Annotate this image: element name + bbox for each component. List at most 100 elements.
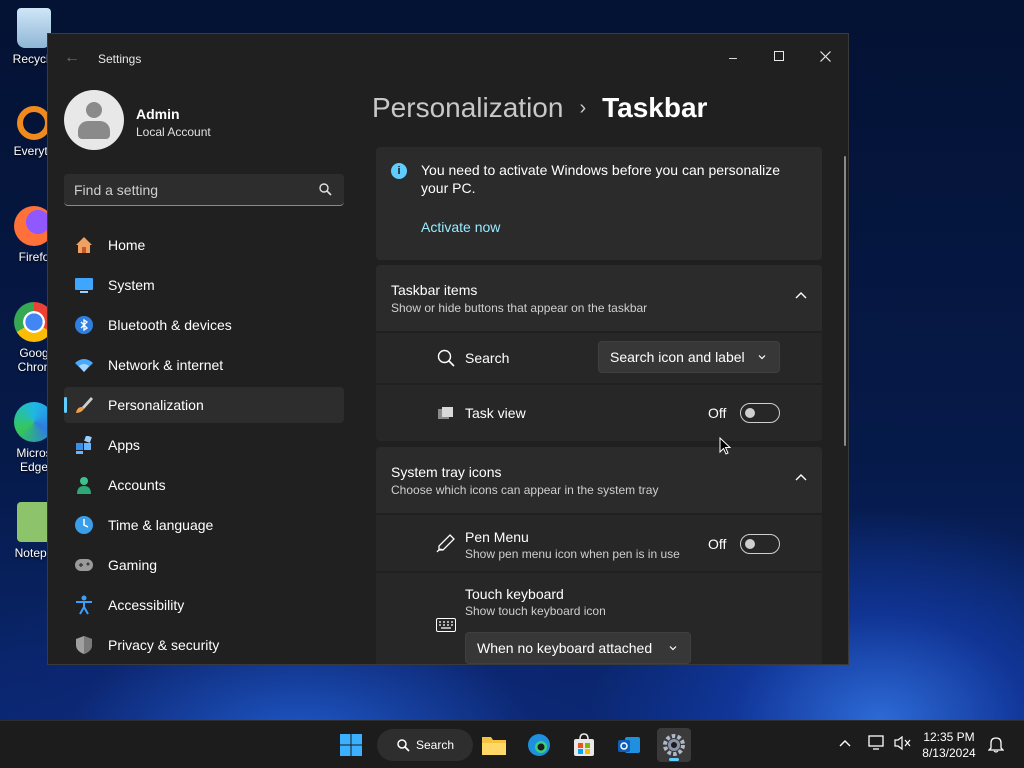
volume-muted-icon[interactable] bbox=[894, 735, 912, 756]
settings-window: ← Settings – Admin Local Account Home Sy… bbox=[47, 33, 849, 665]
row-label: Task view bbox=[465, 405, 526, 421]
touch-keyboard-dropdown[interactable]: When no keyboard attached bbox=[465, 632, 691, 664]
chevron-down-icon bbox=[758, 355, 766, 360]
title-bar[interactable]: ← Settings – bbox=[48, 34, 848, 82]
bluetooth-icon bbox=[74, 315, 94, 335]
taskbar-items-section-header[interactable]: Taskbar items Show or hide buttons that … bbox=[376, 265, 822, 331]
time-language-icon bbox=[74, 515, 94, 535]
accessibility-icon bbox=[74, 595, 94, 615]
close-icon bbox=[819, 51, 831, 62]
settings-taskbar-button[interactable] bbox=[657, 728, 691, 762]
notification-bell-icon[interactable] bbox=[987, 735, 1005, 758]
info-icon: i bbox=[391, 163, 407, 179]
activate-now-link[interactable]: Activate now bbox=[421, 219, 500, 235]
breadcrumb-parent[interactable]: Personalization bbox=[372, 92, 563, 124]
keyboard-icon bbox=[436, 615, 456, 635]
search-icon[interactable] bbox=[319, 183, 332, 196]
personalization-icon bbox=[74, 395, 94, 415]
chevron-up-icon[interactable] bbox=[794, 471, 808, 485]
close-button[interactable] bbox=[802, 42, 848, 72]
sidebar-item-label: Time & language bbox=[108, 517, 214, 533]
search-input[interactable] bbox=[74, 181, 304, 199]
search-icon bbox=[436, 348, 456, 368]
taskbar-clock[interactable]: 12:35 PM 8/13/2024 bbox=[914, 729, 984, 761]
toggle-knob bbox=[745, 408, 755, 418]
section-title: System tray icons bbox=[391, 464, 502, 480]
sidebar-item-time-language[interactable]: Time & language bbox=[64, 507, 344, 543]
sidebar-item-accounts[interactable]: Accounts bbox=[64, 467, 344, 503]
sidebar-item-gaming[interactable]: Gaming bbox=[64, 547, 344, 583]
system-icon bbox=[74, 275, 94, 295]
sidebar-item-label: Network & internet bbox=[108, 357, 224, 373]
chevron-down-icon bbox=[669, 646, 677, 651]
chevron-up-icon[interactable] bbox=[794, 289, 808, 303]
microsoft-store-icon bbox=[574, 733, 594, 756]
file-explorer-button[interactable] bbox=[477, 728, 511, 762]
sidebar-item-bluetooth[interactable]: Bluetooth & devices bbox=[64, 307, 344, 343]
breadcrumb: Personalization › Taskbar bbox=[372, 92, 707, 124]
chevron-up-icon[interactable] bbox=[838, 737, 852, 756]
system-tray-section-header[interactable]: System tray icons Choose which icons can… bbox=[376, 447, 822, 513]
toggle-state: Off bbox=[708, 405, 727, 421]
avatar-body bbox=[78, 121, 110, 139]
search-row: Search Search icon and label bbox=[376, 333, 822, 383]
sidebar-item-accessibility[interactable]: Accessibility bbox=[64, 587, 344, 623]
back-arrow-icon[interactable]: ← bbox=[64, 50, 80, 66]
sidebar-item-label: Home bbox=[108, 237, 146, 253]
avatar[interactable] bbox=[64, 90, 124, 150]
window-title: Settings bbox=[98, 52, 142, 66]
clock-date: 8/13/2024 bbox=[922, 746, 976, 760]
avatar-head bbox=[86, 102, 102, 118]
sidebar-item-label: Accessibility bbox=[108, 597, 185, 613]
section-description: Choose which icons can appear in the sys… bbox=[391, 483, 659, 497]
sidebar-item-personalization[interactable]: Personalization bbox=[64, 387, 344, 423]
sidebar-item-label: Apps bbox=[108, 437, 140, 453]
sidebar-item-privacy[interactable]: Privacy & security bbox=[64, 627, 344, 663]
sidebar-item-label: System bbox=[108, 277, 155, 293]
pen-menu-toggle[interactable] bbox=[740, 534, 780, 554]
dropdown-value: When no keyboard attached bbox=[477, 640, 653, 656]
sidebar-item-apps[interactable]: Apps bbox=[64, 427, 344, 463]
minimize-button[interactable]: – bbox=[710, 42, 756, 72]
sidebar-item-system[interactable]: System bbox=[64, 267, 344, 303]
section-title: Taskbar items bbox=[391, 282, 478, 298]
search-mode-dropdown[interactable]: Search icon and label bbox=[598, 341, 780, 373]
maximize-button[interactable] bbox=[756, 42, 802, 72]
row-label: Pen Menu bbox=[465, 529, 529, 545]
home-icon bbox=[74, 235, 94, 255]
recycle-bin-icon bbox=[17, 8, 51, 48]
activation-message: You need to activate Windows before you … bbox=[421, 162, 781, 196]
sidebar-item-home[interactable]: Home bbox=[64, 227, 344, 263]
taskbar-search-button[interactable]: Search bbox=[377, 729, 473, 761]
outlook-button[interactable] bbox=[612, 728, 646, 762]
sidebar-item-label: Personalization bbox=[108, 397, 204, 413]
everything-search-icon bbox=[17, 106, 51, 140]
task-view-toggle[interactable] bbox=[740, 403, 780, 423]
clock-time: 12:35 PM bbox=[923, 730, 975, 744]
network-tray-icon[interactable] bbox=[868, 735, 886, 756]
account-type: Local Account bbox=[136, 125, 211, 139]
taskbar-search-label: Search bbox=[416, 738, 455, 752]
gear-icon bbox=[663, 734, 685, 756]
sidebar-item-network[interactable]: Network & internet bbox=[64, 347, 344, 383]
row-description: Show pen menu icon when pen is in use bbox=[465, 547, 680, 561]
sidebar-item-label: Privacy & security bbox=[108, 637, 220, 653]
find-setting-search-box[interactable] bbox=[64, 174, 344, 206]
sidebar-item-label: Accounts bbox=[108, 477, 166, 493]
taskbar: Search 12:35 PM 8/13/2024 bbox=[0, 720, 1024, 768]
accounts-icon bbox=[74, 475, 94, 495]
start-button[interactable] bbox=[334, 728, 368, 762]
file-explorer-icon bbox=[482, 737, 506, 755]
sidebar-item-label: Bluetooth & devices bbox=[108, 317, 232, 333]
network-icon bbox=[74, 355, 94, 375]
edge-button[interactable] bbox=[522, 728, 556, 762]
pen-menu-row: Pen Menu Show pen menu icon when pen is … bbox=[376, 515, 822, 571]
desktop-icon-label: Goog Chron bbox=[17, 346, 51, 374]
row-description: Show touch keyboard icon bbox=[465, 604, 606, 618]
vertical-scrollbar[interactable] bbox=[844, 156, 846, 446]
mouse-cursor-icon bbox=[719, 437, 731, 455]
breadcrumb-separator: › bbox=[579, 96, 587, 119]
store-button[interactable] bbox=[567, 728, 601, 762]
windows-logo-icon bbox=[340, 734, 362, 756]
privacy-icon bbox=[74, 635, 94, 655]
